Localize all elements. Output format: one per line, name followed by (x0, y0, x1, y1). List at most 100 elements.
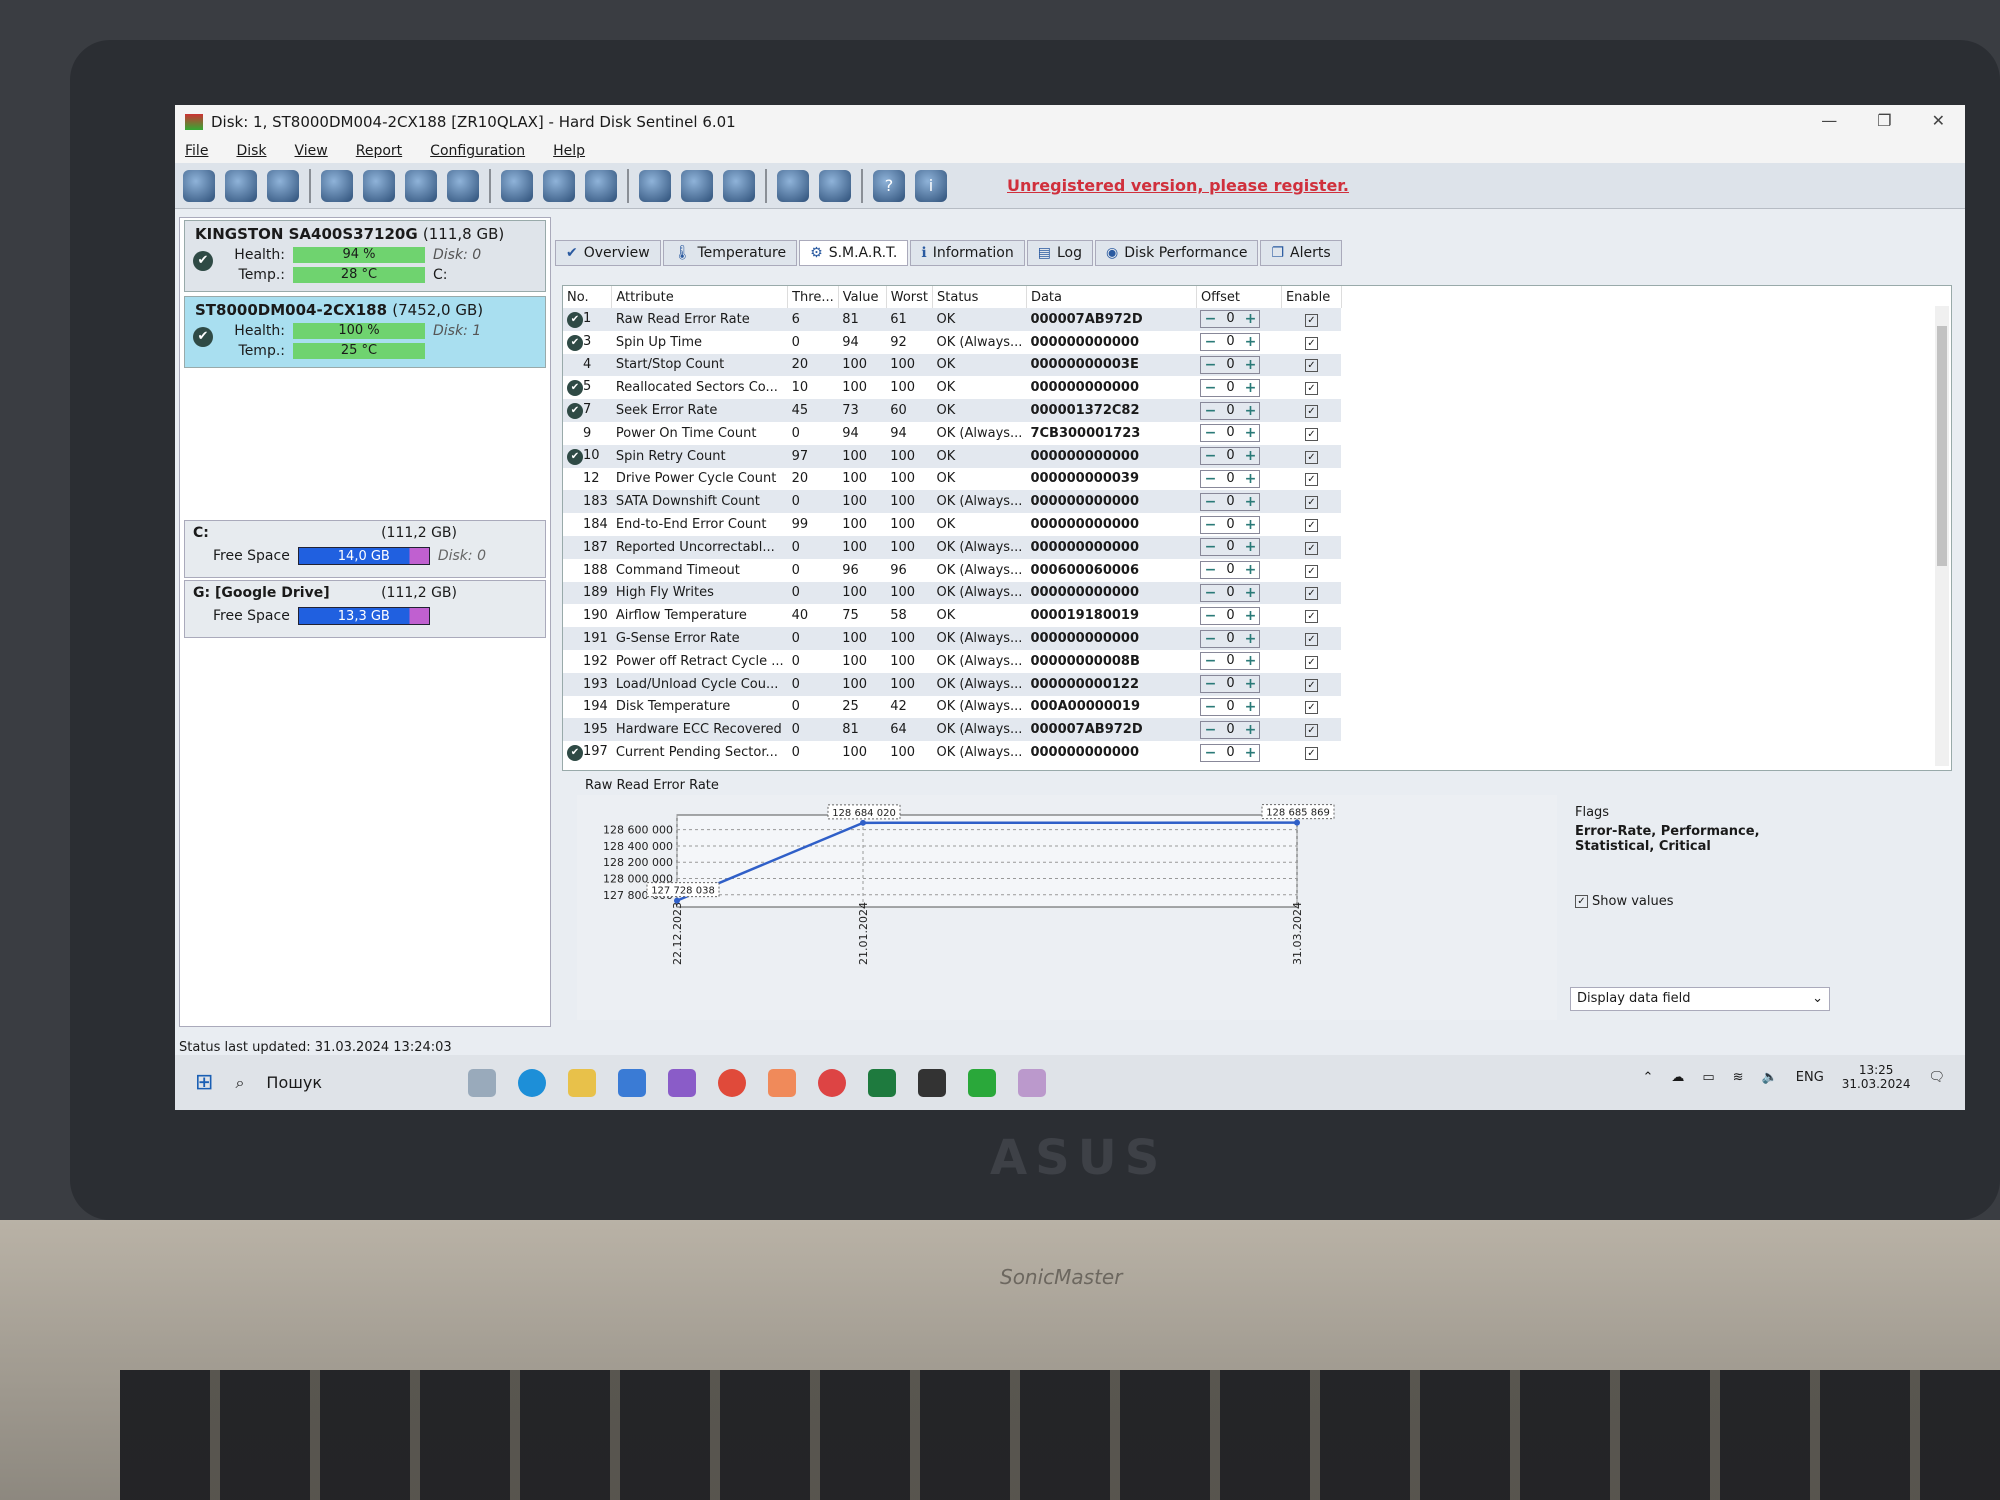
wifi-icon[interactable]: ≋ (1733, 1070, 1744, 1085)
table-row[interactable]: 190 Airflow Temperature 40 75 58 OK 0000… (563, 604, 1341, 627)
offset-stepper[interactable]: −0 + (1200, 583, 1261, 602)
plus-icon[interactable]: + (1241, 539, 1259, 555)
column-header[interactable]: Status (932, 286, 1027, 308)
file-explorer-icon[interactable] (568, 1068, 597, 1097)
minus-icon[interactable]: − (1201, 722, 1219, 738)
plus-icon[interactable]: + (1241, 722, 1259, 738)
laptop-icon[interactable] (777, 169, 809, 202)
tab-s-m-a-r-t[interactable]: ⚙ S.M.A.R.T. (799, 240, 909, 266)
clock[interactable]: 13:25 31.03.2024 (1842, 1063, 1911, 1091)
enable-checkbox[interactable]: ✓ (1304, 313, 1318, 327)
plus-icon[interactable]: + (1241, 585, 1259, 601)
minus-icon[interactable]: − (1201, 539, 1219, 555)
tray-chevron-icon[interactable]: ⌃ (1642, 1070, 1653, 1085)
minus-icon[interactable]: − (1201, 653, 1219, 669)
tab-temperature[interactable]: 🌡 Temperature (662, 240, 798, 266)
plus-icon[interactable]: + (1241, 676, 1259, 692)
minus-icon[interactable]: − (1201, 380, 1219, 396)
offset-value[interactable]: 0 (1219, 448, 1241, 464)
offset-value[interactable]: 0 (1219, 517, 1241, 533)
plus-icon[interactable]: + (1241, 494, 1259, 510)
offset-value[interactable]: 0 (1219, 357, 1241, 373)
language-indicator[interactable]: ENG (1796, 1070, 1824, 1085)
network-icon[interactable] (723, 169, 755, 202)
table-row[interactable]: ✔ 197 Current Pending Sector... 0 100 100… (563, 741, 1341, 764)
minus-icon[interactable]: − (1201, 631, 1219, 647)
battery-icon[interactable]: ▭ (1702, 1070, 1714, 1085)
enable-checkbox[interactable]: ✓ (1304, 359, 1318, 373)
enable-checkbox[interactable]: ✓ (1304, 678, 1318, 692)
offset-value[interactable]: 0 (1219, 311, 1241, 327)
offset-stepper[interactable]: −0 + (1200, 378, 1261, 397)
vertical-scrollbar[interactable] (1935, 306, 1949, 766)
tab-disk-performance[interactable]: ◉ Disk Performance (1094, 240, 1259, 266)
column-header[interactable]: Enable (1281, 286, 1342, 308)
disk-info-icon[interactable] (363, 169, 395, 202)
offset-value[interactable]: 0 (1219, 653, 1241, 669)
edge-icon[interactable] (518, 1068, 547, 1097)
enable-checkbox[interactable]: ✓ (1304, 519, 1318, 533)
scrollbar-thumb[interactable] (1937, 326, 1947, 566)
enable-checkbox[interactable]: ✓ (1304, 724, 1318, 738)
enable-checkbox[interactable]: ✓ (1304, 610, 1318, 624)
minus-icon[interactable]: − (1201, 517, 1219, 533)
table-row[interactable]: ✔ 1 Raw Read Error Rate 6 81 61 OK 000007… (563, 308, 1342, 331)
enable-checkbox[interactable]: ✓ (1304, 496, 1318, 510)
sync-icon[interactable] (681, 169, 713, 202)
minus-icon[interactable]: − (1201, 448, 1219, 464)
table-row[interactable]: 195 Hardware ECC Recovered 0 81 64 OK (A… (563, 718, 1342, 742)
plus-icon[interactable]: + (1241, 448, 1259, 464)
mail-icon[interactable] (618, 1068, 647, 1097)
offset-value[interactable]: 0 (1219, 380, 1241, 396)
tab-information[interactable]: ℹ Information (910, 240, 1025, 266)
enable-checkbox[interactable]: ✓ (1304, 701, 1318, 715)
offset-stepper[interactable]: −0 + (1200, 492, 1261, 511)
minus-icon[interactable]: − (1201, 585, 1219, 601)
plus-icon[interactable]: + (1241, 517, 1259, 533)
minus-icon[interactable]: − (1201, 494, 1219, 510)
column-header[interactable]: Data (1026, 286, 1197, 308)
offset-value[interactable]: 0 (1219, 676, 1241, 692)
menu-configuration[interactable]: Configuration (430, 143, 525, 159)
plus-icon[interactable]: + (1241, 608, 1259, 624)
offset-stepper[interactable]: −0 + (1200, 469, 1261, 488)
disk-dark-icon[interactable] (321, 169, 353, 202)
offset-stepper[interactable]: −0 + (1200, 675, 1261, 694)
table-row[interactable]: 12 Drive Power Cycle Count 20 100 100 OK… (563, 468, 1341, 491)
column-header[interactable]: No. (563, 286, 613, 308)
refresh-icon[interactable] (183, 169, 215, 202)
menu-disk[interactable]: Disk (236, 143, 266, 159)
plus-icon[interactable]: + (1241, 380, 1259, 396)
partition-c[interactable]: C: (111,2 GB) Free Space 14,0 GB Disk: 0 (184, 520, 546, 578)
enable-checkbox[interactable]: ✓ (1304, 541, 1318, 555)
minus-icon[interactable]: − (1201, 425, 1219, 441)
table-row[interactable]: ✔ 7 Seek Error Rate 45 73 60 OK 000001372… (563, 399, 1342, 422)
tab-alerts[interactable]: ❐ Alerts (1260, 240, 1342, 266)
minus-icon[interactable]: − (1201, 699, 1219, 715)
enable-checkbox[interactable]: ✓ (1304, 450, 1318, 464)
chrome-icon[interactable] (718, 1068, 747, 1097)
offset-value[interactable]: 0 (1219, 608, 1241, 624)
column-header[interactable]: Value (838, 286, 887, 308)
table-row[interactable]: 183 SATA Downshift Count 0 100 100 OK (A… (563, 490, 1342, 514)
sound-icon[interactable] (819, 169, 851, 202)
table-row[interactable]: 4 Start/Stop Count 20 100 100 OK 0000000… (563, 353, 1342, 377)
minus-icon[interactable]: − (1201, 334, 1219, 350)
enable-checkbox[interactable]: ✓ (1304, 405, 1318, 419)
table-row[interactable]: 189 High Fly Writes 0 100 100 OK (Always… (563, 581, 1342, 605)
windows-start-icon[interactable]: ⊞ (195, 1070, 213, 1095)
enable-checkbox[interactable]: ✓ (1304, 427, 1318, 441)
plus-icon[interactable]: + (1241, 403, 1259, 419)
minimize-button[interactable]: — (1821, 111, 1837, 130)
plus-icon[interactable]: + (1241, 745, 1259, 761)
plus-icon[interactable]: + (1241, 562, 1259, 578)
offset-value[interactable]: 0 (1219, 562, 1241, 578)
offset-value[interactable]: 0 (1219, 699, 1241, 715)
column-header[interactable]: Offset (1196, 286, 1282, 308)
offset-stepper[interactable]: −0 + (1200, 424, 1261, 443)
drive-icon[interactable] (585, 169, 617, 202)
help-icon[interactable]: ? (873, 169, 905, 202)
minus-icon[interactable]: − (1201, 471, 1219, 487)
offset-stepper[interactable]: −0 + (1200, 697, 1261, 716)
tab-log[interactable]: ▤ Log (1026, 240, 1093, 266)
